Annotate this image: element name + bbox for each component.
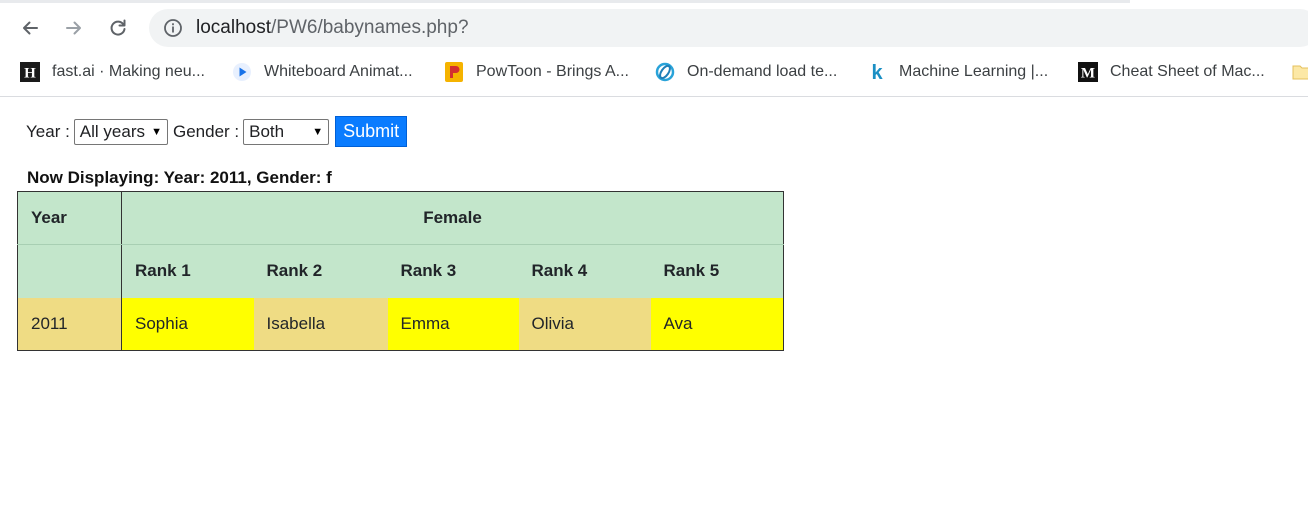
gender-label: Gender : [172,121,240,141]
bookmark-label: Cheat Sheet of Mac... [1110,63,1265,80]
year-label: Year : [26,121,70,141]
powtoon-icon [444,62,464,82]
swirl-icon [655,62,675,82]
browser-toolbar: localhost/PW6/babynames.php? [0,6,1308,50]
folder-icon [1292,62,1308,82]
bookmark-label: Whiteboard Animat... [264,63,413,80]
svg-text:H: H [24,66,36,82]
arrow-right-icon [66,21,81,35]
url-text[interactable]: localhost/PW6/babynames.php? [196,18,469,38]
bookmark-whiteboard[interactable]: Whiteboard Animat... [232,60,413,84]
rank-header: Rank 4 [518,244,651,298]
back-button[interactable] [15,13,45,43]
bookmark-fastai[interactable]: H fast.ai · Making neu... [20,60,205,84]
bookmark-label: Machine Learning |... [899,63,1049,80]
reload-icon [110,19,126,36]
rank-header-row: Rank 1 Rank 2 Rank 3 Rank 4 Rank 5 [17,244,784,298]
female-group-header: Female [121,191,784,245]
play-circle-icon [232,62,252,82]
year-cell: 2011 [17,297,122,351]
year-select[interactable]: All years ▼ [73,118,168,145]
info-icon[interactable] [163,18,183,38]
arrow-left-icon [23,21,38,35]
bookmarks-bar: H fast.ai · Making neu... Whiteboard Ani… [0,52,1308,92]
dropdown-caret-icon: ▼ [151,125,162,138]
address-bar[interactable]: localhost/PW6/babynames.php? [149,9,1308,47]
bookmark-folder[interactable] [1292,60,1308,84]
name-cell: Ava [650,297,784,351]
bookmark-label: fast.ai · Making neu... [52,63,205,80]
url-path: /PW6/babynames.php? [271,17,469,38]
fastai-h-icon: H [20,62,40,82]
name-cell: Olivia [518,297,651,351]
rank-header: Rank 1 [121,244,254,298]
gender-select-value: Both [249,121,285,141]
name-cell: Emma [387,297,519,351]
toolbar-divider [0,96,1308,97]
bookmark-machine-learning[interactable]: k Machine Learning |... [867,60,1048,84]
name-cell: Isabella [253,297,388,351]
rank-header: Rank 3 [387,244,519,298]
rank-header: Rank 5 [650,244,784,298]
rank-header: Rank 2 [253,244,388,298]
submit-button[interactable]: Submit [335,116,408,147]
medium-m-icon: M [1078,62,1098,82]
svg-text:k: k [871,62,883,82]
svg-text:M: M [1081,66,1095,82]
bookmark-powtoon[interactable]: PowToon - Brings A... [444,60,629,84]
name-cell: Sophia [121,297,254,351]
forward-button[interactable] [59,13,89,43]
table-header-row: Year Female [17,191,784,245]
year-column-header: Year [17,191,122,245]
tab-strip-edge [0,0,1130,3]
k-icon: k [867,62,887,82]
reload-button[interactable] [103,13,133,43]
filter-form: Year : All years ▼ Gender : Both ▼ Submi… [26,116,408,147]
year-select-value: All years [79,121,145,141]
table-row: 2011 Sophia Isabella Emma Olivia Ava [17,297,784,351]
baby-names-table: Year Female Rank 1 Rank 2 Rank 3 Rank 4 … [17,191,784,351]
gender-select[interactable]: Both ▼ [243,118,330,145]
now-displaying-heading: Now Displaying: Year: 2011, Gender: f [27,168,332,187]
bookmark-label: PowToon - Brings A... [476,63,629,80]
year-column-header-blank [17,244,122,298]
url-host: localhost [196,17,271,38]
bookmark-cheat-sheet[interactable]: M Cheat Sheet of Mac... [1078,60,1265,84]
bookmark-label: On-demand load te... [687,63,838,80]
dropdown-caret-icon: ▼ [312,125,324,138]
bookmark-ondemand[interactable]: On-demand load te... [655,60,837,84]
